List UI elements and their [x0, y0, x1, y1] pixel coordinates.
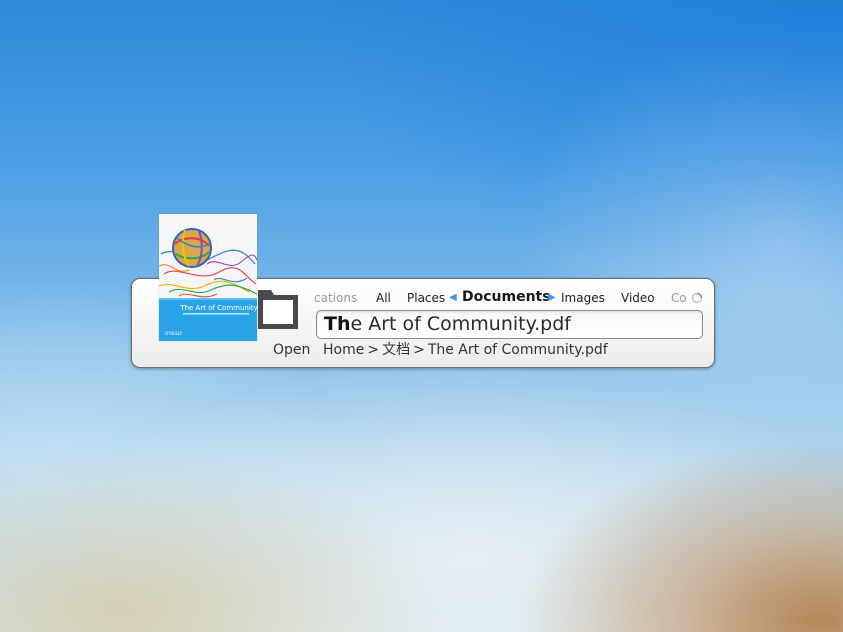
arrow-right-icon[interactable]: ▶ [548, 291, 556, 305]
tab-places[interactable]: Places [407, 291, 445, 305]
tab-video[interactable]: Video [621, 291, 655, 305]
path-segment: The Art of Community.pdf [427, 342, 608, 358]
tab-images[interactable]: Images [561, 291, 605, 305]
cover-title: The Art of Community [179, 304, 257, 312]
category-tabs: cations All Places ◀ Documents ▶ Images … [310, 288, 710, 308]
tab-applications[interactable]: cations [314, 291, 357, 305]
path-segment: Home [323, 342, 365, 358]
tab-documents[interactable]: Documents [462, 290, 551, 304]
path-separator: > [367, 342, 380, 358]
document-thumbnail[interactable]: The Art of Community O'REILLY [159, 214, 257, 341]
cover-publisher: O'REILLY [165, 331, 183, 336]
query-matched-text: Th [324, 313, 351, 335]
open-action-button[interactable]: Open [273, 341, 310, 359]
arrow-left-icon[interactable]: ◀ [449, 291, 457, 305]
query-remaining-text: e Art of Community.pdf [350, 313, 572, 335]
tab-contacts[interactable]: Co [671, 291, 687, 305]
tab-all[interactable]: All [376, 291, 391, 305]
search-input[interactable]: The Art of Community.pdf [316, 310, 703, 339]
path-separator: > [413, 342, 425, 358]
folder-icon [257, 289, 299, 330]
result-path[interactable]: Home > 文档 > The Art of Community.pdf [323, 341, 608, 359]
path-segment: 文档 [382, 342, 411, 358]
busy-indicator-icon [691, 292, 703, 304]
book-cover-image: The Art of Community O'REILLY [159, 214, 257, 341]
